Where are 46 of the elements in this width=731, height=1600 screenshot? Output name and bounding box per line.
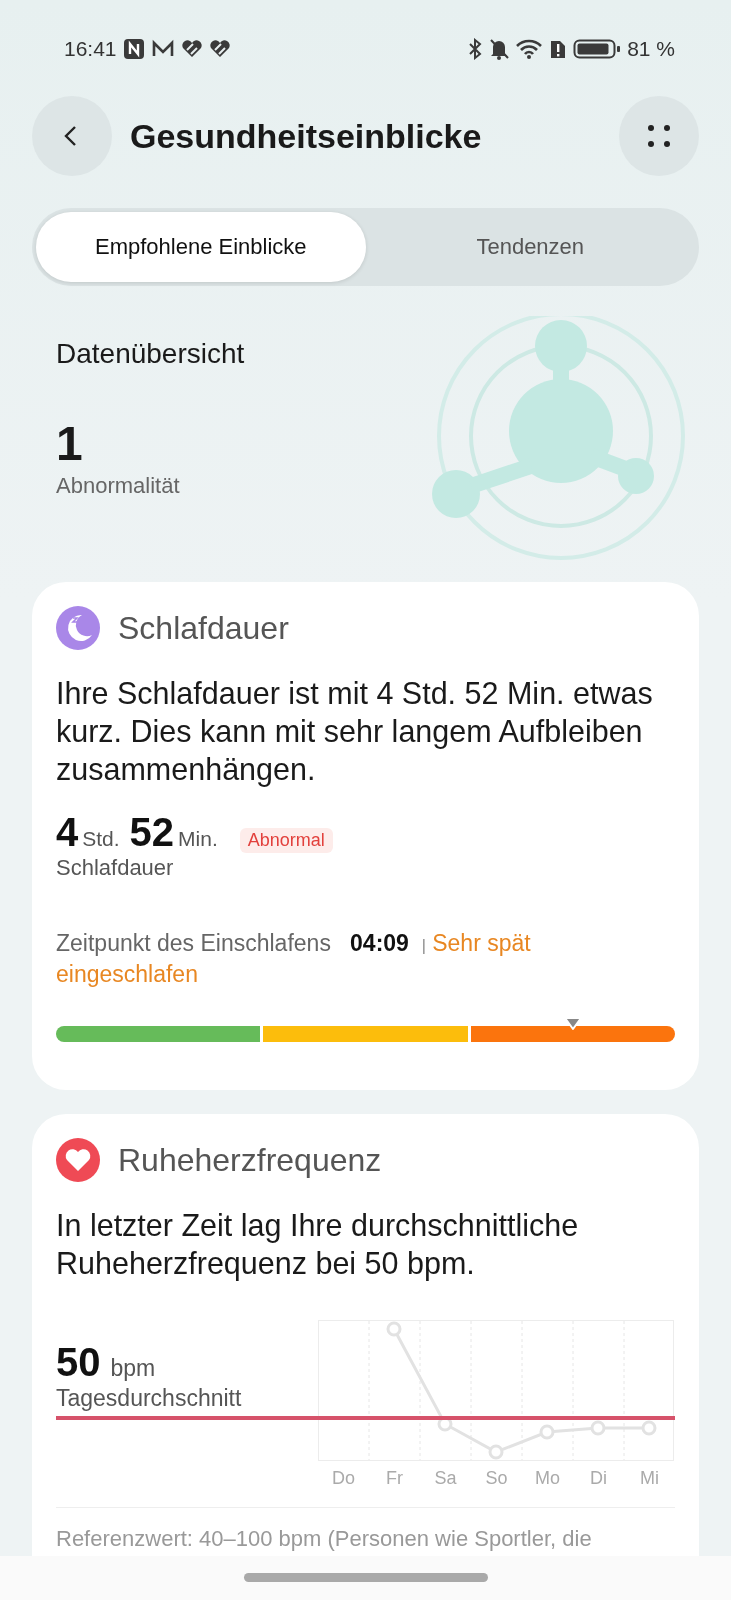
day-label: Mi <box>639 1468 660 1489</box>
hours-unit: Std. <box>82 827 120 851</box>
value-label: Tagesdurchschnitt <box>56 1385 242 1412</box>
day-label: Mo <box>534 1468 561 1489</box>
reference-note: Referenzwert: 40–100 bpm (Personen wie Sportler, die <box>56 1526 593 1552</box>
wifi-icon <box>515 38 544 60</box>
nfc-icon <box>122 38 145 60</box>
heart-rate-unit: bpm <box>110 1355 156 1382</box>
heart-summary: In letzter Zeit lag Ihre durchschnittliche Ruheherzfrequenz bei 50 bpm. <box>56 1207 580 1282</box>
battery-icon <box>573 38 622 60</box>
value-label: Schlafdauer <box>56 855 174 881</box>
day-label: So <box>484 1468 509 1489</box>
data-point <box>386 1321 402 1337</box>
data-point <box>488 1444 504 1460</box>
sleep-time-line: Zeitpunkt des Einschlafens 04:09 | Sehr spät eingeschlafen <box>56 929 532 988</box>
tab[interactable]: Empfohlene Einblicke <box>36 212 366 282</box>
home-indicator[interactable] <box>243 1573 488 1582</box>
sleep-summary: Ihre Schlafdauer ist mit 4 Std. 52 Min. etwas kurz. Dies kann mit sehr langem Aufbleiben zusammenhängen. <box>56 675 654 788</box>
abnormal-badge: Abnormal <box>239 828 333 853</box>
mail-icon <box>150 39 175 59</box>
status-time: 16:41 <box>64 37 117 61</box>
abnormality-count: 1 <box>56 416 84 471</box>
heart-icon <box>208 39 231 59</box>
abnormality-label: Abnormalität <box>56 473 180 499</box>
data-point <box>539 1424 555 1440</box>
card-title: Ruheherzfrequenz <box>118 1141 382 1179</box>
data-point <box>590 1420 606 1436</box>
sim-alert-icon <box>549 38 568 60</box>
heart-rate-value: 50 <box>56 1340 101 1385</box>
overview-title: Datenübersicht <box>56 338 246 370</box>
page-title: Gesundheitseinblicke <box>130 116 483 156</box>
sleep-minutes: 52 <box>129 810 175 855</box>
card-title: Schlafdauer <box>118 609 289 647</box>
day-label: Fr <box>385 1468 404 1489</box>
minutes-unit: Min. <box>178 827 218 851</box>
data-point <box>641 1420 657 1436</box>
day-label: Di <box>589 1468 608 1489</box>
bluetooth-icon <box>467 38 484 60</box>
battery-percentage: 81 % <box>627 37 675 61</box>
day-label: Do <box>331 1468 356 1489</box>
tab[interactable]: Tendenzen <box>365 212 695 282</box>
bell-off-icon <box>489 38 510 60</box>
day-label: Sa <box>433 1468 458 1489</box>
moon-icon <box>56 606 100 650</box>
heart-icon <box>180 39 203 59</box>
sleep-hours: 4 <box>56 810 79 855</box>
